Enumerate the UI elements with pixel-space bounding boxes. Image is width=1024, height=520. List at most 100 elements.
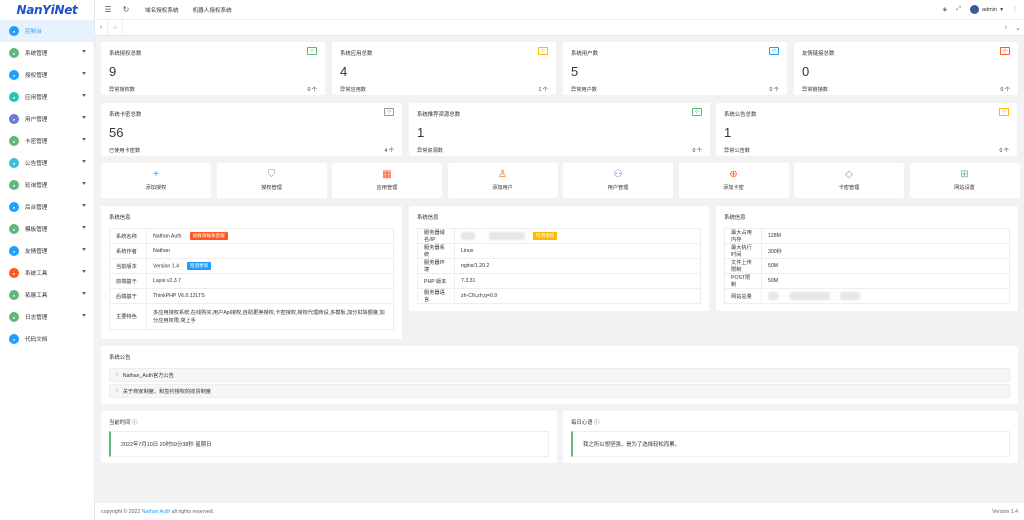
info-key: 系统作者 <box>109 243 147 259</box>
stat-sub-count: 1 个 <box>538 87 548 93</box>
info-action-button[interactable]: 检测授权 <box>533 232 558 240</box>
stat-sub-count: 0 个 <box>999 148 1009 154</box>
top-tab-domain[interactable]: 域名授权系统 <box>145 6 179 14</box>
plus-icon: + <box>153 169 159 180</box>
announcement-item[interactable]: › 关于商家制度、和签约授权的收货制度 <box>109 384 1010 398</box>
info-value: zh-CN,zh;q=0.9 <box>454 288 701 304</box>
footer-link[interactable]: Nathan Auth <box>142 509 171 515</box>
info-action-button[interactable]: 检测更新 <box>186 262 212 270</box>
sidebar-item-8[interactable]: ● 后台管理 <box>0 196 94 218</box>
announcement-item[interactable]: › Nathan_Auth官方公告 <box>109 368 1010 382</box>
info-value: Nathan <box>146 243 394 259</box>
stat-title: 系统授权总数 <box>109 51 142 57</box>
fullscreen-icon[interactable]: ⤢ <box>956 6 961 13</box>
info-row: 服务器系统 Linux <box>417 243 701 259</box>
sidebar-item-7[interactable]: ● 轮询管理 <box>0 174 94 196</box>
refresh-icon[interactable]: ↻ <box>121 5 131 14</box>
quick-action-5[interactable]: ⊕ 添加卡密 <box>678 163 789 198</box>
sidebar-item-6[interactable]: ● 公告管理 <box>0 152 94 174</box>
user-menu[interactable]: admin ▾ <box>969 5 1003 14</box>
user-add-icon: ♙ <box>498 169 507 180</box>
sidebar-item-0[interactable]: ● 控制台 <box>0 20 94 42</box>
info-key: 当前版本 <box>109 258 147 274</box>
sidebar-item-2[interactable]: ● 授权管理 <box>0 64 94 86</box>
quick-action-3[interactable]: ♙ 添加用户 <box>447 163 558 198</box>
sidebar-item-9[interactable]: ● 模板管理 <box>0 218 94 240</box>
username: admin <box>981 6 998 13</box>
tab-prev-icon[interactable]: ‹ <box>95 24 107 31</box>
info-value-text: ThinkPHP V6.0.12LTS <box>153 293 205 299</box>
license-icon: ● <box>9 70 19 80</box>
chevron-down-icon: ▾ <box>1000 6 1003 13</box>
shield-check-icon: ⛉ <box>267 169 276 180</box>
menu-toggle-icon[interactable]: ☰ <box>103 5 113 14</box>
sidebar-item-5[interactable]: ● 卡密管理 <box>0 130 94 152</box>
card-title: 系统信息 <box>417 215 439 221</box>
sidebar-item-13[interactable]: ● 日志管理 <box>0 306 94 328</box>
version-label: Version 1.4 <box>992 508 1018 515</box>
quick-action-2[interactable]: ▦ 应用管理 <box>332 163 442 198</box>
stat-sub-label: 异常用户数 <box>571 87 597 93</box>
tab-menu-icon[interactable]: ⌄ <box>1012 24 1024 32</box>
quick-action-1[interactable]: ⛉ 授权管理 <box>216 163 327 198</box>
chevron-down-icon <box>82 314 86 317</box>
info-row: PHP 版本 7.3.31 <box>417 273 701 289</box>
info-value: 128M <box>761 228 1010 244</box>
page-tab-bar: ‹ ⌂ › ⌄ <box>95 20 1024 36</box>
more-icon[interactable]: ⋮ <box>1012 6 1018 13</box>
info-key: 文件上传限制 <box>724 258 762 274</box>
sidebar-item-14[interactable]: ● 代码文档 <box>0 328 94 350</box>
info-value-text: 50M <box>768 278 779 284</box>
quick-action-0[interactable]: + 添加授权 <box>101 163 211 198</box>
tab-next-icon[interactable]: › <box>1000 24 1012 32</box>
info-value-text: 7.3.31 <box>461 278 476 284</box>
sidebar-item-label: 后台管理 <box>25 205 48 211</box>
info-value: Layui v2.3.7 <box>146 273 394 289</box>
info-action-button[interactable]: 进群请联系客服 <box>189 232 228 240</box>
theme-icon[interactable]: ◈ <box>943 6 948 13</box>
quick-action-6[interactable]: ◇ 卡密管理 <box>794 163 904 198</box>
stat-sub-label: 异常应用数 <box>340 87 366 93</box>
sidebar-item-3[interactable]: ● 应用管理 <box>0 86 94 108</box>
chevron-down-icon <box>82 138 86 141</box>
info-value: Version 1.4 检测更新 <box>146 258 394 274</box>
stat-sub-count: 0 个 <box>1000 87 1010 93</box>
stat-card: 系统卡密总数 个 56 已使用卡密数 4 个 <box>101 103 402 156</box>
stat-sub-count: 0 个 <box>692 148 702 154</box>
top-tab-robot[interactable]: 机器人授权系统 <box>193 6 232 14</box>
info-value-text: 多应用授权系统,在线购买,用户Api授权,自助更换授权,卡密授权,授权代理商设,… <box>153 309 385 324</box>
info-value-text: zh-CN,zh;q=0.9 <box>461 293 498 299</box>
stat-card: 系统公告总数 个 1 异常公告数 0 个 <box>716 103 1017 156</box>
system-info-card: 系统信息 系统名称 Nathan Auth 进群请联系客服 系统作者 Nathan 当前版… <box>101 206 402 339</box>
sidebar-item-1[interactable]: ● 系统管理 <box>0 42 94 64</box>
sidebar-item-10[interactable]: ● 友情管理 <box>0 240 94 262</box>
info-value: 50M <box>761 273 1010 289</box>
home-tab-icon[interactable]: ⌂ <box>107 20 123 35</box>
info-value: 多应用授权系统,在线购买,用户Api授权,自助更换授权,卡密授权,授权代理商设,… <box>146 303 394 330</box>
info-value <box>761 288 1010 304</box>
stat-card: 友情链接总数 个 0 异常链接数 0 个 <box>794 42 1018 95</box>
info-value-text: Layui v2.3.7 <box>153 278 181 284</box>
logo[interactable]: NanYiNet <box>0 0 94 20</box>
quick-action-7[interactable]: ⊞ 网站设置 <box>909 163 1020 198</box>
announcement-title: Nathan_Auth官方公告 <box>122 372 174 379</box>
extension-icon: ● <box>9 290 19 300</box>
info-key: 系统名称 <box>109 228 147 244</box>
sidebar-item-12[interactable]: ● 拓展工具 <box>0 284 94 306</box>
template-icon: ● <box>9 224 19 234</box>
stat-badge: 个 <box>538 47 548 55</box>
info-row: 最大占用内存 128M <box>724 228 1010 244</box>
quick-action-4[interactable]: ⚇ 用户管理 <box>563 163 673 198</box>
sidebar-item-11[interactable]: ● 系统工具 <box>0 262 94 284</box>
info-row: 系统作者 Nathan <box>109 243 394 259</box>
sidebar-nav: ● 控制台 ● 系统管理 ● 授权管理 ● 应用管理 ● 用户管理 ● 卡密管理 ● 公告管理 ● 轮询管理 ●… <box>0 20 94 350</box>
link-icon: ● <box>9 246 19 256</box>
chevron-down-icon <box>82 94 86 97</box>
sidebar-item-4[interactable]: ● 用户管理 <box>0 108 94 130</box>
stat-title: 友情链接总数 <box>802 51 835 57</box>
info-key: 网站总量 <box>724 288 762 304</box>
console-icon: ● <box>9 26 19 36</box>
announcement-title: 关于商家制度、和签约授权的收货制度 <box>122 388 211 395</box>
sidebar-item-label: 友情管理 <box>25 249 48 255</box>
stat-badge: 个 <box>384 108 394 116</box>
